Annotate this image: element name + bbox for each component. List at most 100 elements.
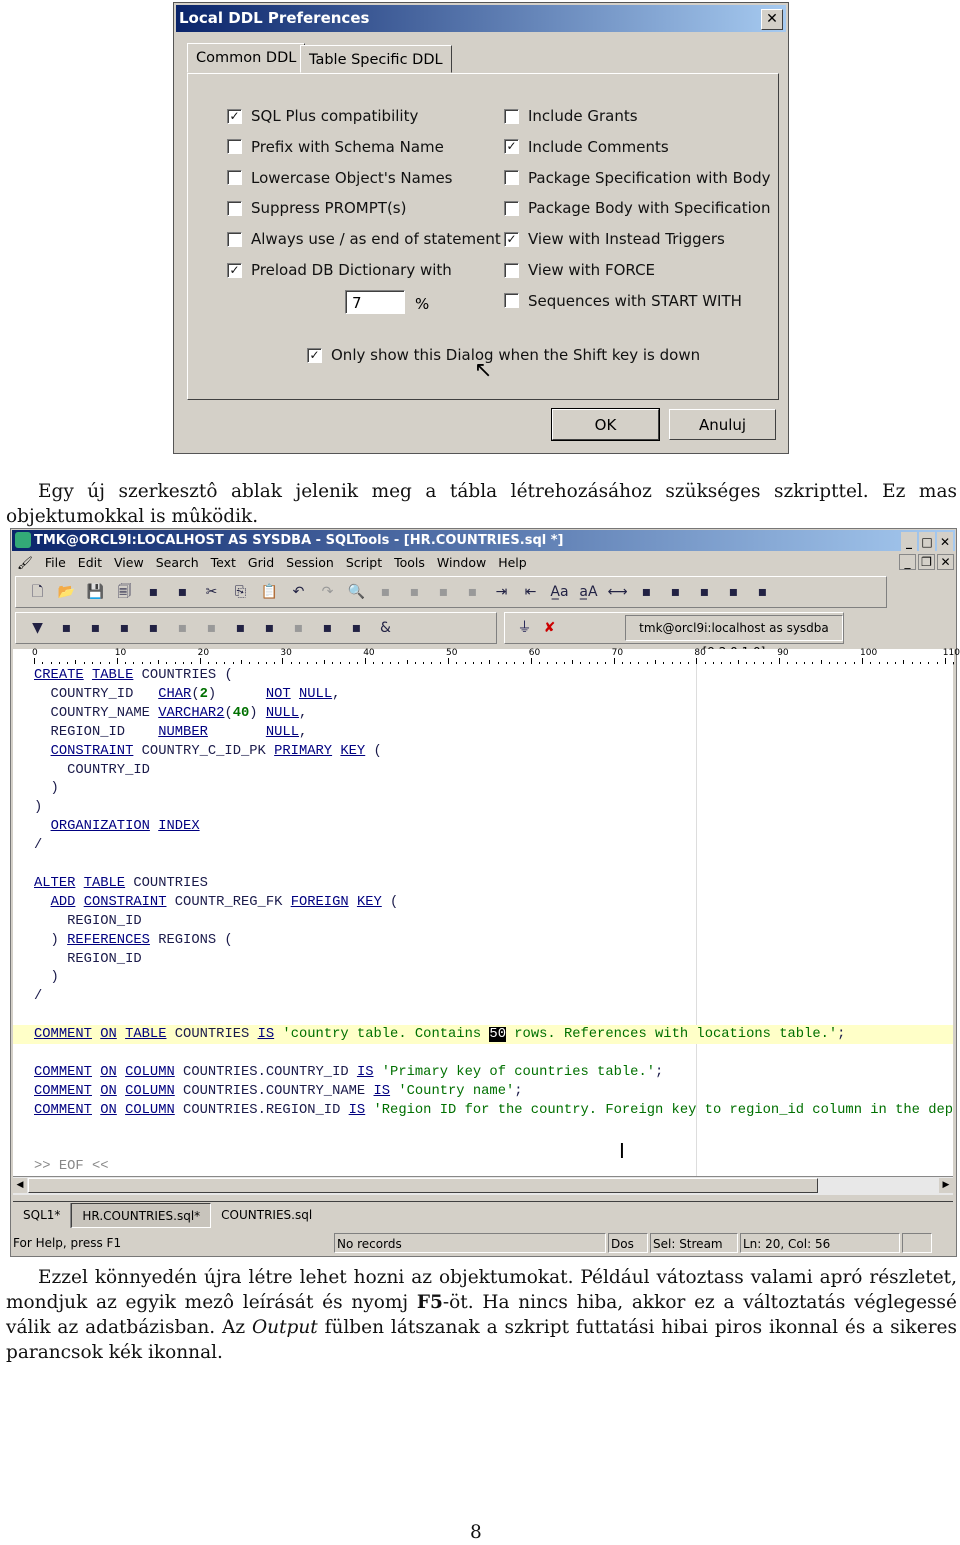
checkbox-box[interactable]	[504, 262, 519, 278]
disabled-2-icon[interactable]: ▪	[200, 617, 223, 639]
save-icon[interactable]: 💾	[84, 581, 107, 603]
sql-history-icon[interactable]: ▪	[258, 617, 281, 639]
menu-help[interactable]: Help	[498, 553, 527, 573]
paste-special-icon[interactable]: ▪	[142, 581, 165, 603]
disconnect-icon[interactable]: ✘	[540, 617, 559, 639]
substitution-icon[interactable]: &	[374, 617, 397, 639]
disabled-1-icon[interactable]: ▪	[171, 617, 194, 639]
checkbox-box[interactable]	[504, 200, 519, 216]
bookmark-clear-icon[interactable]: ▪	[751, 581, 774, 603]
unindent-icon[interactable]: ⇤	[519, 581, 542, 603]
menu-edit[interactable]: Edit	[78, 553, 102, 573]
menu-search[interactable]: Search	[156, 553, 199, 573]
checkbox-box[interactable]	[227, 139, 242, 155]
insert-file-icon[interactable]: ▪	[635, 581, 658, 603]
checkmark-icon[interactable]: ✓	[504, 139, 519, 155]
cut-icon[interactable]: ✂	[200, 581, 223, 603]
find-prev-icon[interactable]: ▪	[403, 581, 426, 603]
doc-restore-icon[interactable]: ❐	[918, 554, 935, 570]
menu-grid[interactable]: Grid	[248, 553, 274, 573]
close-icon[interactable]: ✕	[937, 532, 953, 553]
checkbox-box[interactable]	[227, 200, 242, 216]
checkmark-icon[interactable]: ✓	[227, 262, 242, 278]
bookmark-next-icon[interactable]: ▪	[693, 581, 716, 603]
menu-text[interactable]: Text	[211, 553, 236, 573]
open-icon[interactable]: 📂	[55, 581, 78, 603]
option-checkbox[interactable]: Sequences with START WITH	[504, 292, 742, 310]
horizontal-scrollbar[interactable]: ◀ ▶	[13, 1176, 953, 1195]
menu-window[interactable]: Window	[437, 553, 486, 573]
checkbox-box[interactable]: ✓	[307, 347, 322, 363]
doc-minimize-icon[interactable]: _	[899, 554, 916, 570]
find-objects-icon[interactable]: ▪	[287, 617, 310, 639]
menu-file[interactable]: File	[45, 553, 66, 573]
option-checkbox[interactable]: Lowercase Object's Names	[227, 169, 452, 187]
tab-common-ddl[interactable]: Common DDL	[187, 43, 306, 73]
execute-icon[interactable]: ▼	[26, 617, 49, 639]
bookmark-icon[interactable]: ▪	[664, 581, 687, 603]
output-icon[interactable]: ▪	[316, 617, 339, 639]
option-checkbox[interactable]: View with FORCE	[504, 261, 655, 279]
option-checkbox[interactable]: Package Body with Specification	[504, 199, 770, 217]
copy-special-icon[interactable]: ▪	[171, 581, 194, 603]
menu-session[interactable]: Session	[286, 553, 334, 573]
tab-table-specific-ddl[interactable]: Table Specific DDL	[300, 45, 452, 73]
option-checkbox[interactable]: ✓ SQL Plus compatibility	[227, 107, 418, 125]
cancel-button[interactable]: Anuluj	[669, 409, 776, 440]
doc-tab[interactable]: SQL1*	[13, 1203, 72, 1228]
plan-icon[interactable]: ▪	[345, 617, 368, 639]
checkmark-icon[interactable]: ✓	[227, 108, 242, 124]
checkbox-box[interactable]	[504, 170, 519, 186]
save-all-icon[interactable]: 🗐	[113, 581, 136, 603]
run-all-icon[interactable]: ▪	[142, 617, 165, 639]
copy-icon[interactable]: ⎘	[229, 581, 252, 603]
shift-key-checkbox[interactable]: ✓ Only show this Dialog when the Shift ke…	[307, 346, 700, 364]
checkbox-box[interactable]	[227, 170, 242, 186]
ok-button[interactable]: OK	[551, 408, 660, 441]
run-step-icon[interactable]: ▪	[113, 617, 136, 639]
uppercase-icon[interactable]: A̲a	[548, 581, 571, 603]
menu-view[interactable]: View	[114, 553, 144, 573]
doc-close-icon[interactable]: ✕	[937, 554, 954, 570]
find-object-icon[interactable]: ▪	[461, 581, 484, 603]
bookmark-prev-icon[interactable]: ▪	[722, 581, 745, 603]
execute-current-icon[interactable]: ▪	[55, 617, 78, 639]
option-checkbox[interactable]: ✓ Include Comments	[504, 138, 669, 156]
checkbox-box[interactable]	[504, 108, 519, 124]
menu-tools[interactable]: Tools	[394, 553, 425, 573]
redo-icon[interactable]: ↷	[316, 581, 339, 603]
undo-icon[interactable]: ↶	[287, 581, 310, 603]
option-checkbox[interactable]: Package Specification with Body	[504, 169, 770, 187]
checkmark-icon[interactable]: ✓	[504, 231, 519, 247]
scrollbar-thumb[interactable]	[28, 1178, 818, 1193]
new-file-icon[interactable]: 🗋	[26, 581, 49, 603]
find-all-icon[interactable]: ▪	[432, 581, 455, 603]
preload-percent-input[interactable]: 7	[345, 290, 405, 314]
paste-icon[interactable]: 📋	[258, 581, 281, 603]
option-checkbox[interactable]: Include Grants	[504, 107, 638, 125]
connect-icon[interactable]: ⏚	[515, 617, 534, 639]
option-checkbox[interactable]: Always use / as end of statement	[227, 230, 501, 248]
find-icon[interactable]: 🔍	[345, 581, 368, 603]
sql-editor[interactable]: CREATE TABLE COUNTRIES ( COUNTRY_ID CHAR…	[13, 664, 953, 1176]
doc-tab[interactable]: HR.COUNTRIES.sql*	[71, 1203, 212, 1228]
scroll-right-icon[interactable]: ▶	[939, 1178, 953, 1193]
find-next-icon[interactable]: ▪	[374, 581, 397, 603]
option-checkbox[interactable]: Prefix with Schema Name	[227, 138, 444, 156]
maximize-icon[interactable]: □	[919, 532, 935, 553]
describe-icon[interactable]: ▪	[229, 617, 252, 639]
close-button[interactable]: ✕	[761, 9, 783, 30]
match-bracket-icon[interactable]: ⟷	[606, 581, 629, 603]
option-checkbox[interactable]: ✓ View with Instead Triggers	[504, 230, 725, 248]
minimize-icon[interactable]: _	[901, 532, 917, 553]
option-checkbox[interactable]: Suppress PROMPT(s)	[227, 199, 406, 217]
scroll-left-icon[interactable]: ◀	[13, 1178, 27, 1193]
lowercase-icon[interactable]: a̲A	[577, 581, 600, 603]
doc-tab[interactable]: COUNTRIES.sql	[211, 1203, 322, 1228]
run-script-icon[interactable]: ▪	[84, 617, 107, 639]
option-checkbox[interactable]: ✓ Preload DB Dictionary with	[227, 261, 452, 279]
checkbox-box[interactable]	[504, 293, 519, 309]
menu-script[interactable]: Script	[346, 553, 382, 573]
indent-icon[interactable]: ⇥	[490, 581, 513, 603]
checkbox-box[interactable]	[227, 231, 242, 247]
